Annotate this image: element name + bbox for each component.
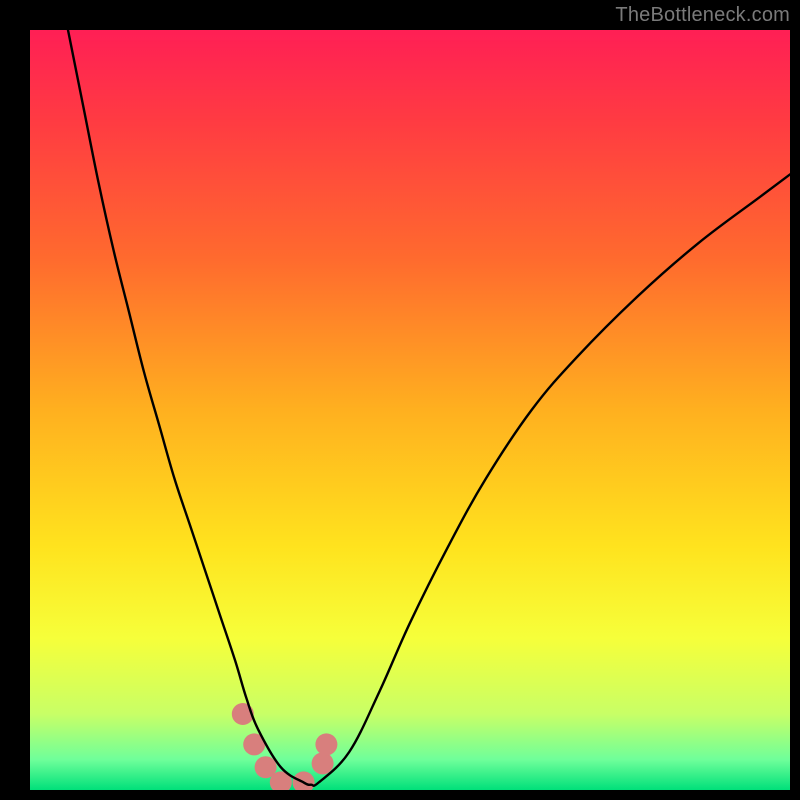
gradient-background [30,30,790,790]
chart-frame: TheBottleneck.com [0,0,800,800]
watermark-text: TheBottleneck.com [615,4,790,27]
valley-marker [315,733,337,755]
valley-marker [312,752,334,774]
plot-area [30,30,790,790]
plot-svg [30,30,790,790]
